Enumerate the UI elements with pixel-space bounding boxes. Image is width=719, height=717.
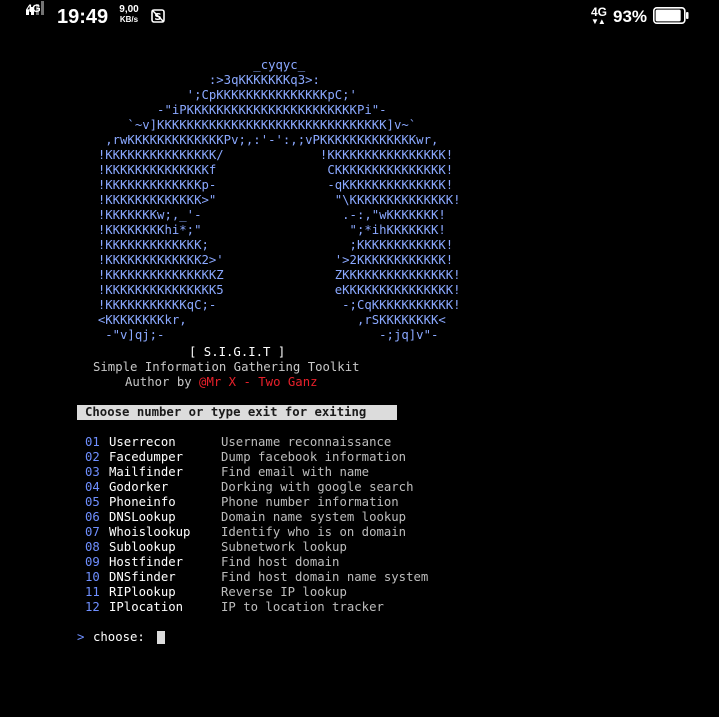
ascii-art-line: -"iPKKKKKKKKKKKKKKKKKKKKKKKPi"- xyxy=(46,103,387,117)
menu-item-description: Find email with name xyxy=(221,465,370,479)
menu-item-description: Domain name system lookup xyxy=(221,510,407,524)
ascii-art-line: !KKKKKKKKhi*;" ";*ihKKKKKKK! xyxy=(46,223,446,237)
menu-item-name: Mailfinder xyxy=(109,465,184,479)
menu-item-number: 11 xyxy=(85,585,100,599)
menu-item-description: Identify who is on domain xyxy=(221,525,407,539)
author-label: Author by xyxy=(125,375,200,389)
menu-item-description: Username reconnaissance xyxy=(221,435,392,449)
menu-item-name: Whoislookup xyxy=(109,525,191,539)
menu-item-number: 12 xyxy=(85,600,100,614)
ascii-art-line: !KKKKKKKKKKKKKp- -qKKKKKKKKKKKKKK! xyxy=(46,178,454,192)
menu-item-number: 01 xyxy=(85,435,100,449)
menu-item-number: 09 xyxy=(85,555,100,569)
menu-item-description: Reverse IP lookup xyxy=(221,585,347,599)
menu-item-description: Subnetwork lookup xyxy=(221,540,347,554)
ascii-art-line: !KKKKKKKKKKKKKKK5 eKKKKKKKKKKKKKKK! xyxy=(46,283,461,297)
ascii-art-line: :>3qKKKKKKKq3>: xyxy=(46,73,320,87)
crossed-s-icon: S xyxy=(151,9,165,23)
clock: 19:49 xyxy=(57,6,109,28)
menu-item-number: 08 xyxy=(85,540,100,554)
prompt-label: choose: xyxy=(93,630,145,644)
ascii-art-line: !KKKKKKKKKKKKK>" "\KKKKKKKKKKKKKK! xyxy=(46,193,461,207)
data-arrows-icon: ▼▲ xyxy=(591,17,606,26)
mobile-data-indicator: 4G ▼▲ xyxy=(591,6,607,26)
ascii-art-line: !KKKKKKKKKKKqC;- -;CqKKKKKKKKKKK! xyxy=(46,298,461,312)
menu-item-description: IP to location tracker xyxy=(221,600,384,614)
ascii-art-line: !KKKKKKKKKKKKKKf CKKKKKKKKKKKKKKK! xyxy=(46,163,454,177)
termux-screen: 4G 19:49 9,00 KB/s S 4G ▼▲ 93% xyxy=(0,0,719,717)
menu-item-name: Userrecon xyxy=(109,435,176,449)
menu-item-number: 02 xyxy=(85,450,100,464)
menu-item-name: Godorker xyxy=(109,480,169,494)
menu-item-name: Hostfinder xyxy=(109,555,184,569)
menu-item-description: Dorking with google search xyxy=(221,480,414,494)
ascii-art-line: !KKKKKKKw;,_'- .-:,"wKKKKKKK! xyxy=(46,208,446,222)
menu-item-description: Find host domain name system xyxy=(221,570,429,584)
menu-item-name: Phoneinfo xyxy=(109,495,176,509)
network-speed: 9,00 KB/s xyxy=(116,5,142,25)
menu-item-number: 05 xyxy=(85,495,100,509)
menu-item-name: DNSfinder xyxy=(109,570,176,584)
instruction-bar: Choose number or type exit for exiting xyxy=(77,405,397,420)
ascii-art-line: `~v]KKKKKKKKKKKKKKKKKKKKKKKKKKKKKKK]v~` xyxy=(46,118,417,132)
ascii-art-line: !KKKKKKKKKKKKKKK/ !KKKKKKKKKKKKKKKK! xyxy=(46,148,454,162)
menu-item-number: 03 xyxy=(85,465,100,479)
menu-item-number: 04 xyxy=(85,480,100,494)
menu-item-description: Find host domain xyxy=(221,555,340,569)
text-cursor[interactable] xyxy=(157,631,165,644)
menu-item-name: Facedumper xyxy=(109,450,184,464)
ascii-art-line: !KKKKKKKKKKKKK2>' '>2KKKKKKKKKKKK! xyxy=(46,253,454,267)
ascii-art-line: ,rwKKKKKKKKKKKKKPv;,:'-':,;vPKKKKKKKKKKK… xyxy=(46,133,439,147)
menu-item-name: DNSLookup xyxy=(109,510,176,524)
banner-subtitle: Simple Information Gathering Toolkit xyxy=(93,360,360,374)
menu-item-number: 06 xyxy=(85,510,100,524)
signal-bars-icon: 4G xyxy=(26,1,50,26)
network-speed-unit: KB/s xyxy=(119,15,139,24)
menu-item-name: RIPlookup xyxy=(109,585,176,599)
status-bar: 4G 19:49 9,00 KB/s S 4G ▼▲ 93% xyxy=(0,0,719,34)
battery-percentage: 93% xyxy=(613,7,648,26)
menu-item-name: Sublookup xyxy=(109,540,176,554)
battery-icon xyxy=(653,7,689,24)
menu-item-description: Dump facebook information xyxy=(221,450,407,464)
prompt-caret: > xyxy=(77,630,85,644)
menu-item-number: 07 xyxy=(85,525,100,539)
ascii-art-line: !KKKKKKKKKKKKK; ;KKKKKKKKKKKK! xyxy=(46,238,454,252)
ascii-art-line: <KKKKKKKKkr, ,rSKKKKKKKK< xyxy=(46,313,446,327)
ascii-art-line: ';CpKKKKKKKKKKKKKKKpC;' xyxy=(46,88,357,102)
network-speed-value: 9,00 xyxy=(119,4,139,15)
banner-author: Author by @Mr X - Two Ganz xyxy=(125,375,318,390)
menu-item-number: 10 xyxy=(85,570,100,584)
banner-title: [ S.I.G.I.T ] xyxy=(189,345,286,359)
menu-item-name: IPlocation xyxy=(109,600,184,614)
ascii-art-line: !KKKKKKKKKKKKKKKZ ZKKKKKKKKKKKKKKK! xyxy=(46,268,461,282)
menu-item-description: Phone number information xyxy=(221,495,399,509)
author-name: @Mr X - Two Ganz xyxy=(199,375,318,389)
ascii-art-line: -"v]qj;- -;jq]v"- xyxy=(46,328,439,342)
ascii-art-line: _cyqyc_ xyxy=(46,58,306,72)
